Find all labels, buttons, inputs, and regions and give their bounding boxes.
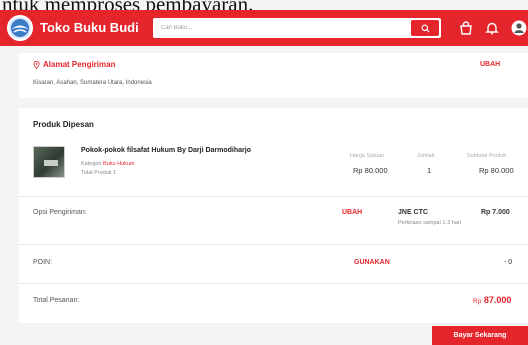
- bell-icon[interactable]: [484, 20, 500, 36]
- order-total-amount: 87.000: [483, 295, 512, 305]
- use-points-button[interactable]: GUNAKAN: [354, 259, 390, 266]
- address-value: Kisaran, Asahan, Sumatera Utara, Indones…: [33, 80, 152, 86]
- search-bar: [153, 18, 441, 38]
- product-category-value[interactable]: Buku Hukum: [103, 161, 135, 167]
- search-button[interactable]: [411, 20, 439, 36]
- checkout-page: ntuk memproses pembayaran. Toko Buku Bud…: [0, 0, 528, 345]
- points-value: - 0: [504, 259, 513, 266]
- points-label: POIN:: [33, 259, 53, 266]
- product-image: [33, 146, 65, 178]
- bag-icon[interactable]: [458, 20, 474, 36]
- unit-price-value: Rp 80.000: [353, 166, 388, 175]
- divider: [19, 283, 528, 284]
- order-card: Produk Dipesan Pokok-pokok filsafat Huku…: [19, 108, 528, 323]
- search-icon: [420, 23, 430, 33]
- product-category: Kategori Buku Hukum: [81, 161, 135, 167]
- subtotal-value: Rp 80.000: [479, 166, 514, 175]
- brand-name[interactable]: Toko Buku Budi: [40, 10, 139, 46]
- location-pin-icon: [33, 60, 40, 69]
- address-title: Alamat Pengiriman: [33, 60, 115, 69]
- subtotal-header: Subtotal Produk: [467, 153, 507, 159]
- delivery-estimate: Perkiraan sampai 1-2 hari: [398, 220, 461, 226]
- change-shipping-button[interactable]: UBAH: [342, 209, 362, 216]
- product-category-label: Kategori: [81, 161, 102, 167]
- qty-header: Jumlah: [417, 153, 435, 159]
- top-navbar: Toko Buku Budi: [0, 10, 528, 46]
- qty-value: 1: [427, 166, 432, 175]
- pay-now-button[interactable]: Bayar Sekarang: [432, 326, 528, 345]
- divider: [19, 196, 528, 197]
- order-title: Produk Dipesan: [33, 120, 94, 129]
- user-avatar-icon[interactable]: [511, 20, 527, 36]
- shipping-option-label: Opsi Pengiriman:: [33, 209, 87, 216]
- logo-globe-icon[interactable]: [7, 15, 33, 41]
- product-total-count: Total Produk 1: [81, 170, 117, 176]
- courier-name: JNE CTC: [398, 209, 428, 216]
- product-name[interactable]: Pokok-pokok filsafat Hukum By Darji Darm…: [81, 147, 251, 154]
- divider: [19, 244, 528, 245]
- unit-price-header: Harga Satuan: [350, 153, 384, 159]
- shipping-price: Rp 7.000: [481, 209, 510, 216]
- search-input[interactable]: [159, 19, 409, 37]
- order-total-currency: Rp: [473, 298, 482, 305]
- address-title-label: Alamat Pengiriman: [43, 60, 116, 69]
- order-total-value: Rp 87.000: [473, 295, 511, 305]
- change-address-button[interactable]: UBAH: [480, 61, 500, 68]
- shipping-address-card: Alamat Pengiriman Kisaran, Asahan, Sumat…: [19, 53, 528, 98]
- order-total-label: Total Pesanan:: [33, 297, 80, 304]
